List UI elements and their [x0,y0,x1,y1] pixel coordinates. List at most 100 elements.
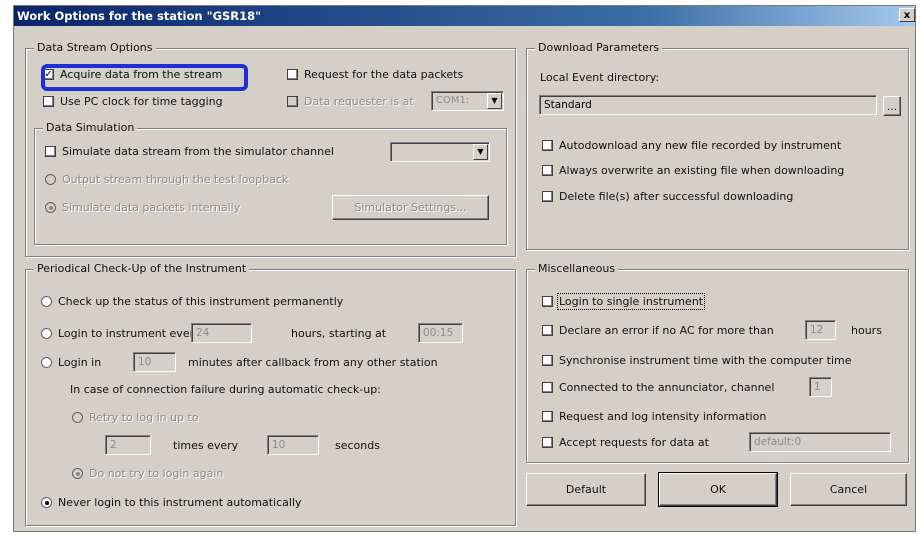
close-button[interactable]: x [899,8,915,22]
radio-circle[interactable] [45,202,56,213]
times-every-label: times every [173,439,239,452]
checkbox-box[interactable] [43,96,54,107]
annunciator-checkbox[interactable]: Connected to the annunciator, channel [542,381,774,394]
checkbox-box[interactable] [542,382,553,393]
declare-error-checkbox[interactable]: Declare an error if no AC for more than [542,324,774,337]
retry-times-input[interactable]: 2 [105,435,151,455]
data-simulation-legend: Data Simulation [43,121,138,134]
accept-requests-label: Accept requests for data at [559,436,709,449]
delete-files-label: Delete file(s) after successful download… [559,190,794,203]
checkbox-box[interactable] [542,355,553,366]
local-dir-label: Local Event directory: [540,71,660,84]
local-dir-input[interactable]: Standard [539,95,877,115]
login-every-input[interactable]: 24 [191,323,252,343]
radio-circle[interactable] [72,468,83,479]
misc-group: Miscellaneous Login to single instrument… [526,262,909,463]
cancel-button[interactable]: Cancel [790,473,907,506]
checkbox-box[interactable] [542,296,553,307]
retry-label: Retry to log in up to [89,411,199,424]
browse-button[interactable]: ... [883,96,901,116]
checkup-legend: Periodical Check-Up of the Instrument [34,262,250,275]
overwrite-checkbox[interactable]: Always overwrite an existing file when d… [542,164,844,177]
declare-error-input[interactable]: 12 [805,320,836,340]
default-button[interactable]: Default [526,473,646,506]
checkbox-box[interactable] [542,325,553,336]
never-login-radio[interactable]: Never login to this instrument automatic… [41,496,302,509]
check-permanently-label: Check up the status of this instrument p… [58,295,344,308]
output-loopback-radio[interactable]: Output stream through the test loopback [45,173,288,186]
simulate-internally-radio[interactable]: Simulate data packets internally [45,201,240,214]
checkbox-box[interactable] [542,411,553,422]
radio-circle[interactable] [41,328,52,339]
minutes-after-label: minutes after callback from any other st… [188,356,438,369]
data-simulation-group: Data Simulation Simulate data stream fro… [34,121,507,245]
chevron-down-icon[interactable]: ▼ [487,93,502,109]
check-permanently-radio[interactable]: Check up the status of this instrument p… [41,295,343,308]
radio-circle[interactable] [72,412,83,423]
output-loopback-label: Output stream through the test loopback [62,173,289,186]
overwrite-label: Always overwrite an existing file when d… [559,164,845,177]
login-every-radio[interactable]: Login to instrument every [41,327,201,340]
delete-files-checkbox[interactable]: Delete file(s) after successful download… [542,190,793,203]
accept-requests-checkbox[interactable]: Accept requests for data at [542,436,709,449]
data-requester-label: Data requester is at [304,95,414,108]
checkup-group: Periodical Check-Up of the Instrument Ch… [25,262,516,526]
sync-time-label: Synchronise instrument time with the com… [559,354,852,367]
com-port-value: COM1: [436,95,470,106]
data-stream-legend: Data Stream Options [34,41,156,54]
request-log-checkbox[interactable]: Request and log intensity information [542,410,766,423]
login-in-radio[interactable]: Login in [41,356,101,369]
simulate-internally-label: Simulate data packets internally [62,201,241,214]
chevron-down-icon[interactable]: ▼ [473,144,488,160]
simulator-settings-label: Simulator Settings... [354,201,467,214]
highlight-box [41,64,248,91]
radio-circle[interactable] [41,497,52,508]
download-params-legend: Download Parameters [535,41,663,54]
use-pc-clock-label: Use PC clock for time tagging [60,95,223,108]
work-options-dialog: Work Options for the station "GSR18" x D… [13,5,916,532]
do-not-retry-radio[interactable]: Do not try to login again [72,467,223,480]
starting-at-input[interactable]: 00:15 [418,323,463,343]
declare-error-label: Declare an error if no AC for more than [559,324,774,337]
annunciator-label: Connected to the annunciator, channel [559,381,775,394]
sync-time-checkbox[interactable]: Synchronise instrument time with the com… [542,354,851,367]
login-every-label: Login to instrument every [58,327,201,340]
simulator-settings-button[interactable]: Simulator Settings... [332,195,489,220]
simulate-checkbox[interactable]: Simulate data stream from the simulator … [45,145,334,158]
checkbox-box[interactable] [542,191,553,202]
com-port-dropdown[interactable]: COM1: ▼ [431,91,504,111]
request-packets-label: Request for the data packets [304,68,464,81]
checkbox-box[interactable] [287,96,298,107]
title-bar[interactable]: Work Options for the station "GSR18" x [14,6,915,26]
checkbox-box[interactable] [287,69,298,80]
request-log-label: Request and log intensity information [559,410,767,423]
failure-label: In case of connection failure during aut… [70,383,381,396]
checkbox-box[interactable] [542,140,553,151]
radio-circle[interactable] [41,357,52,368]
autodownload-label: Autodownload any new file recorded by in… [559,139,842,152]
request-packets-checkbox[interactable]: Request for the data packets [287,68,463,81]
ok-button[interactable]: OK [658,472,778,507]
window-title: Work Options for the station "GSR18" [17,9,262,23]
autodownload-checkbox[interactable]: Autodownload any new file recorded by in… [542,139,841,152]
hours-starting-label: hours, starting at [291,327,387,340]
hours-label: hours [851,324,882,337]
radio-circle[interactable] [45,174,56,185]
accept-requests-input[interactable]: default:0 [749,432,891,452]
retry-radio[interactable]: Retry to log in up to [72,411,199,424]
use-pc-clock-checkbox[interactable]: Use PC clock for time tagging [43,95,223,108]
times-every-input[interactable]: 10 [267,435,319,455]
login-in-input[interactable]: 10 [133,352,176,372]
radio-circle[interactable] [41,296,52,307]
login-single-checkbox[interactable]: Login to single instrument [542,293,706,310]
simulator-channel-dropdown[interactable]: ▼ [390,142,490,162]
login-in-label: Login in [58,356,102,369]
download-params-group: Download Parameters Local Event director… [526,41,909,250]
annunciator-channel-input[interactable]: 1 [809,377,832,397]
data-requester-checkbox[interactable]: Data requester is at [287,95,414,108]
seconds-label: seconds [335,439,380,452]
misc-legend: Miscellaneous [535,262,619,275]
checkbox-box[interactable] [542,437,553,448]
checkbox-box[interactable] [45,146,56,157]
checkbox-box[interactable] [542,165,553,176]
